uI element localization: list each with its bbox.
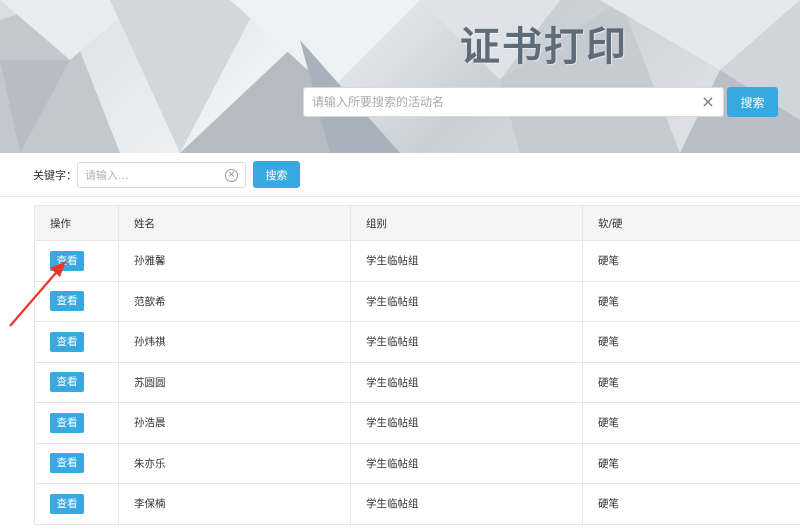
table-row: 查看 孙炜祺 学生临帖组 硬笔 [34, 321, 800, 363]
header-banner: 证书打印 [0, 0, 800, 153]
cell-actions: 查看 [34, 402, 119, 444]
table-body: 查看 孙雅馨 学生临帖组 硬笔 查看 范歆希 学生临帖组 硬笔 查看 孙炜祺 学生临帖组 硬笔 查看 苏圆… [34, 240, 800, 525]
header-group: 组别 [350, 205, 583, 241]
table-row: 查看 朱亦乐 学生临帖组 硬笔 [34, 442, 800, 484]
cell-actions: 查看 [34, 280, 119, 322]
header-actions: 操作 [34, 205, 119, 241]
keyword-input[interactable] [78, 163, 218, 187]
view-button[interactable]: 查看 [50, 453, 84, 474]
geometric-background [0, 0, 800, 153]
table-row: 查看 苏圆圆 学生临帖组 硬笔 [34, 361, 800, 403]
cell-actions: 查看 [34, 240, 119, 282]
header-pen-type: 软/硬 [582, 205, 800, 241]
cell-pen-type: 硬笔 [582, 361, 800, 403]
cell-name: 孙雅馨 [118, 240, 351, 282]
results-table: 操作 姓名 组别 软/硬 查看 孙雅馨 学生临帖组 硬笔 查看 范歆希 学生临帖组 硬笔 查看孙… [34, 205, 800, 525]
view-button[interactable]: 查看 [50, 291, 84, 312]
view-button[interactable]: 查看 [50, 493, 84, 514]
cell-group: 学生临帖组 [350, 280, 583, 322]
cell-name: 朱亦乐 [118, 442, 351, 484]
table-row: 查看 孙浩晨 学生临帖组 硬笔 [34, 402, 800, 444]
divider [0, 196, 800, 197]
activity-search-field[interactable]: × [303, 87, 724, 117]
clear-circle-icon[interactable]: × [225, 169, 238, 182]
table-row: 查看 孙雅馨 学生临帖组 硬笔 [34, 240, 800, 282]
cell-name: 李保楠 [118, 483, 351, 525]
cell-pen-type: 硬笔 [582, 280, 800, 322]
view-button[interactable]: 查看 [50, 412, 84, 433]
cell-actions: 查看 [34, 361, 119, 403]
header-name: 姓名 [118, 205, 351, 241]
cell-group: 学生临帖组 [350, 483, 583, 525]
keyword-label: 关键字： [33, 169, 77, 182]
table-row: 查看 李保楠 学生临帖组 硬笔 [34, 483, 800, 525]
keyword-search-button[interactable]: 搜索 [253, 161, 300, 188]
clear-icon[interactable]: × [699, 93, 717, 111]
cell-pen-type: 硬笔 [582, 321, 800, 363]
cell-name: 苏圆圆 [118, 361, 351, 403]
cell-pen-type: 硬笔 [582, 402, 800, 444]
table-header-row: 操作 姓名 组别 软/硬 [34, 205, 800, 241]
cell-group: 学生临帖组 [350, 402, 583, 444]
cell-name: 孙炜祺 [118, 321, 351, 363]
cell-pen-type: 硬笔 [582, 483, 800, 525]
cell-name: 范歆希 [118, 280, 351, 322]
view-button[interactable]: 查看 [50, 372, 84, 393]
cell-actions: 查看 [34, 321, 119, 363]
page-title: 证书打印 [460, 24, 628, 70]
table-row: 查看 范歆希 学生临帖组 硬笔 [34, 280, 800, 322]
view-button[interactable]: 查看 [50, 250, 84, 271]
view-button[interactable]: 查看 [50, 331, 84, 352]
keyword-field[interactable]: × [77, 162, 246, 188]
cell-pen-type: 硬笔 [582, 442, 800, 484]
cell-pen-type: 硬笔 [582, 240, 800, 282]
cell-name: 孙浩晨 [118, 402, 351, 444]
cell-actions: 查看 [34, 483, 119, 525]
activity-search-button[interactable]: 搜索 [727, 87, 778, 117]
activity-search-input[interactable] [304, 88, 694, 116]
cell-group: 学生临帖组 [350, 240, 583, 282]
cell-group: 学生临帖组 [350, 442, 583, 484]
cell-actions: 查看 [34, 442, 119, 484]
cell-group: 学生临帖组 [350, 321, 583, 363]
cell-group: 学生临帖组 [350, 361, 583, 403]
